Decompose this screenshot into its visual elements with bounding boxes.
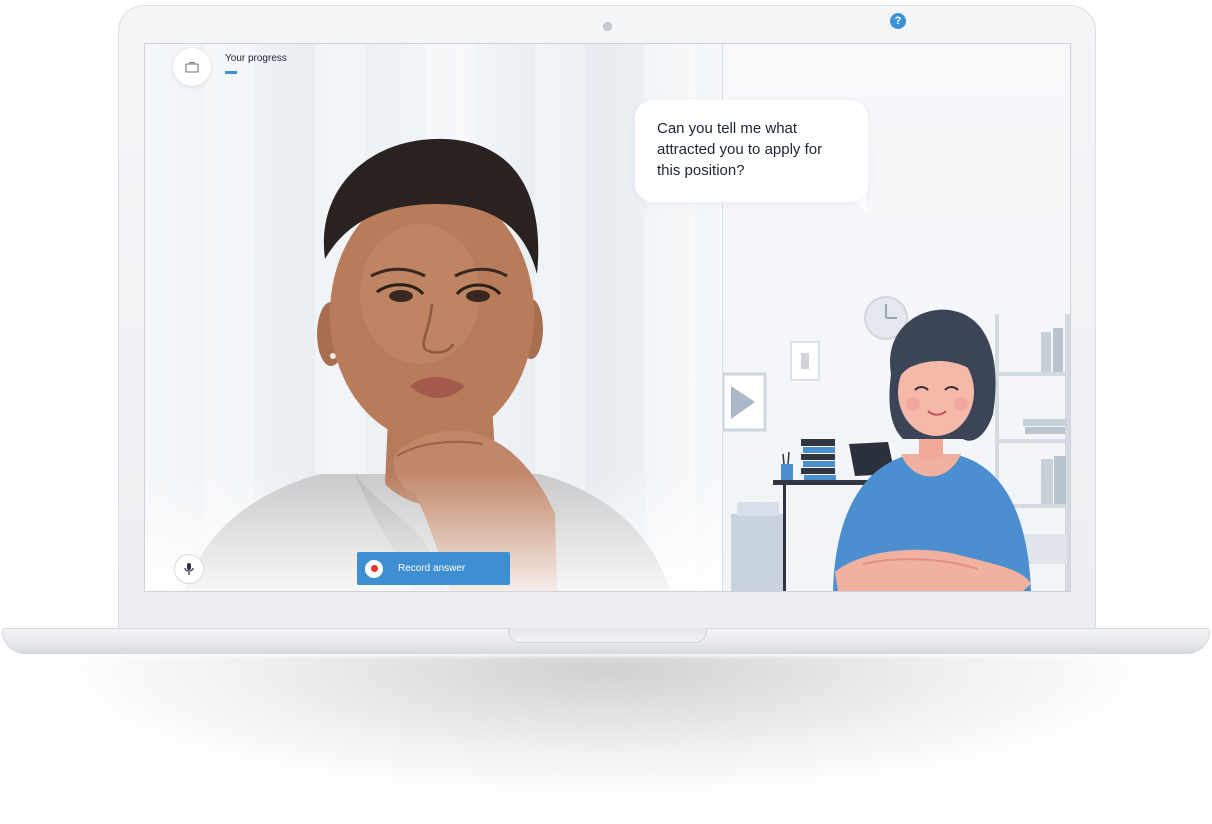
briefcase-icon bbox=[185, 61, 199, 73]
help-icon[interactable]: ? bbox=[890, 13, 906, 29]
record-answer-label: Record answer bbox=[398, 563, 466, 574]
laptop-shadow bbox=[60, 656, 1150, 796]
progress-label: Your progress bbox=[225, 53, 287, 64]
record-dot-icon bbox=[365, 559, 383, 578]
microphone-button[interactable] bbox=[174, 554, 204, 584]
laptop-notch bbox=[508, 628, 707, 643]
microphone-icon bbox=[184, 563, 194, 575]
job-button[interactable] bbox=[173, 48, 211, 86]
progress-bar bbox=[225, 71, 345, 74]
progress-fill bbox=[225, 71, 237, 74]
interview-screen: Your progress Record answer bbox=[144, 43, 1071, 592]
cabinet bbox=[731, 514, 786, 591]
webcam-icon bbox=[603, 22, 612, 31]
record-answer-button[interactable]: Record answer bbox=[357, 552, 510, 585]
interviewer-question: Can you tell me what attracted you to ap… bbox=[657, 120, 823, 179]
question-bubble: Can you tell me what attracted you to ap… bbox=[635, 100, 868, 202]
